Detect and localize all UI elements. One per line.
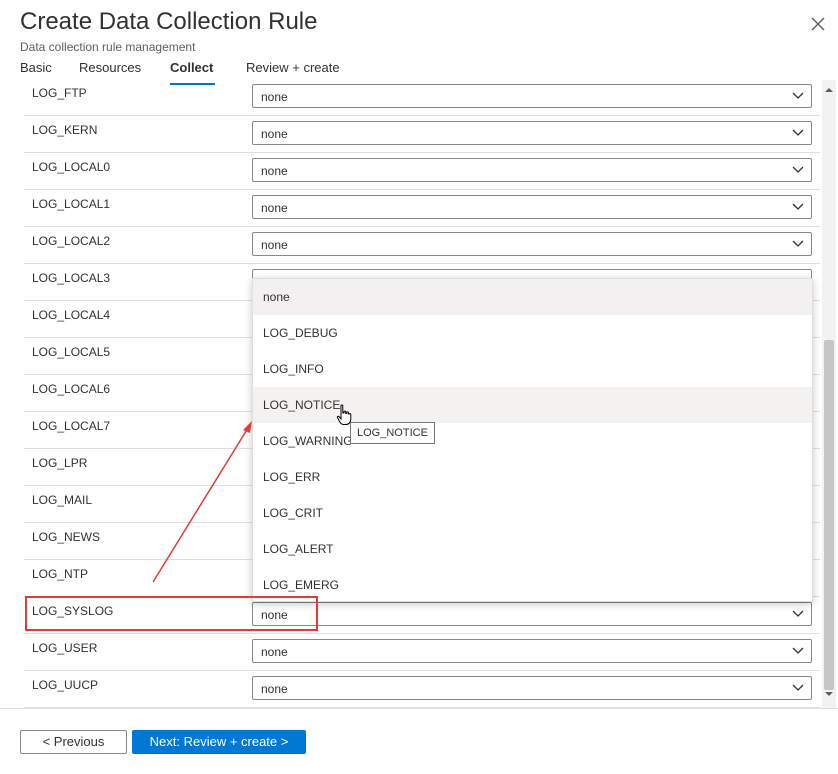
level-select[interactable]: none xyxy=(252,676,812,700)
tab-basic[interactable]: Basic xyxy=(20,60,52,75)
panel-header: Create Data Collection Rule Data collect… xyxy=(0,0,838,86)
facility-label: LOG_NTP xyxy=(32,567,89,581)
level-select-value: none xyxy=(261,238,288,252)
scroll-down-icon[interactable] xyxy=(822,688,836,700)
dropdown-option-label: LOG_INFO xyxy=(263,362,324,376)
dropdown-option[interactable]: LOG_ERR xyxy=(253,459,812,495)
chevron-down-icon xyxy=(792,610,804,617)
facility-label: LOG_LOCAL7 xyxy=(32,419,111,433)
level-select-value: none xyxy=(261,682,288,696)
dropdown-option-label: LOG_ALERT xyxy=(263,542,334,556)
facility-label: LOG_LOCAL6 xyxy=(32,382,111,396)
facility-label: LOG_LPR xyxy=(32,456,88,470)
facility-label: LOG_LOCAL2 xyxy=(32,234,111,248)
level-select-value: none xyxy=(261,201,288,215)
facility-label: LOG_FTP xyxy=(32,86,87,100)
facility-label: LOG_USER xyxy=(32,641,98,655)
facility-label: LOG_KERN xyxy=(32,123,98,137)
level-select[interactable]: none xyxy=(252,121,812,145)
facility-row: LOG_UUCP none xyxy=(24,670,820,708)
dropdown-option[interactable]: LOG_EMERG xyxy=(253,567,812,601)
chevron-down-icon xyxy=(792,647,804,654)
dropdown-option-label: LOG_DEBUG xyxy=(263,326,338,340)
facility-label: LOG_MAIL xyxy=(32,493,93,507)
facility-label: LOG_NEWS xyxy=(32,530,101,544)
facility-label: LOG_LOCAL0 xyxy=(32,160,111,174)
dropdown-option[interactable]: LOG_DEBUG xyxy=(253,315,812,351)
facility-row: LOG_LOCAL1 none xyxy=(24,189,820,227)
level-select-value: none xyxy=(261,645,288,659)
level-select-value: none xyxy=(261,164,288,178)
annotation-highlight-box xyxy=(25,596,318,631)
level-select[interactable]: none xyxy=(252,232,812,256)
next-review-create-button[interactable]: Next: Review + create > xyxy=(132,730,306,754)
page-subtitle: Data collection rule management xyxy=(20,40,196,54)
scrollbar-thumb[interactable] xyxy=(824,340,834,690)
facility-row: LOG_LOCAL2 none xyxy=(24,226,820,264)
close-icon[interactable] xyxy=(808,14,828,34)
dropdown-option-label: LOG_NOTICE xyxy=(263,398,341,412)
chevron-down-icon xyxy=(792,92,804,99)
level-select[interactable]: none xyxy=(252,84,812,108)
option-tooltip: LOG_NOTICE xyxy=(350,422,435,444)
dropdown-option[interactable]: LOG_CRIT xyxy=(253,495,812,531)
level-dropdown-list[interactable]: none LOG_DEBUG LOG_INFO LOG_NOTICE LOG_WARNI… xyxy=(252,278,813,602)
facility-row: LOG_KERN none xyxy=(24,115,820,153)
dropdown-option-label: LOG_WARNING xyxy=(263,434,353,448)
facility-label: LOG_LOCAL1 xyxy=(32,197,111,211)
wizard-footer: < Previous Next: Review + create > xyxy=(0,708,838,774)
chevron-down-icon xyxy=(792,203,804,210)
dropdown-option[interactable]: none xyxy=(253,279,812,315)
chevron-down-icon xyxy=(792,129,804,136)
vertical-scrollbar[interactable] xyxy=(822,80,836,708)
dropdown-option-label: none xyxy=(263,290,290,304)
level-select[interactable]: none xyxy=(252,158,812,182)
chevron-down-icon xyxy=(792,240,804,247)
scroll-up-icon[interactable] xyxy=(822,84,836,96)
facility-row: LOG_USER none xyxy=(24,633,820,671)
level-select[interactable]: none xyxy=(252,195,812,219)
facility-label: LOG_LOCAL3 xyxy=(32,271,111,285)
dropdown-option-label: LOG_CRIT xyxy=(263,506,324,520)
facility-row: LOG_FTP none xyxy=(24,78,820,116)
level-select-value: none xyxy=(261,90,288,104)
tab-collect[interactable]: Collect xyxy=(170,60,213,75)
chevron-down-icon xyxy=(792,684,804,691)
level-select[interactable]: none xyxy=(252,639,812,663)
level-select[interactable]: none xyxy=(252,602,812,626)
dropdown-option[interactable]: LOG_ALERT xyxy=(253,531,812,567)
facility-label: LOG_LOCAL5 xyxy=(32,345,111,359)
dropdown-option[interactable]: LOG_WARNING xyxy=(253,423,812,459)
tab-resources[interactable]: Resources xyxy=(79,60,141,75)
dropdown-option[interactable]: LOG_INFO xyxy=(253,351,812,387)
facility-label: LOG_UUCP xyxy=(32,678,99,692)
facility-label: LOG_LOCAL4 xyxy=(32,308,111,322)
previous-button[interactable]: < Previous xyxy=(20,730,127,754)
page-title: Create Data Collection Rule xyxy=(20,8,318,35)
chevron-down-icon xyxy=(792,166,804,173)
dropdown-option-label: LOG_ERR xyxy=(263,470,321,484)
dropdown-option-label: LOG_EMERG xyxy=(263,578,340,592)
facility-row: LOG_LOCAL0 none xyxy=(24,152,820,190)
tab-review-create[interactable]: Review + create xyxy=(246,60,340,75)
level-select-value: none xyxy=(261,127,288,141)
